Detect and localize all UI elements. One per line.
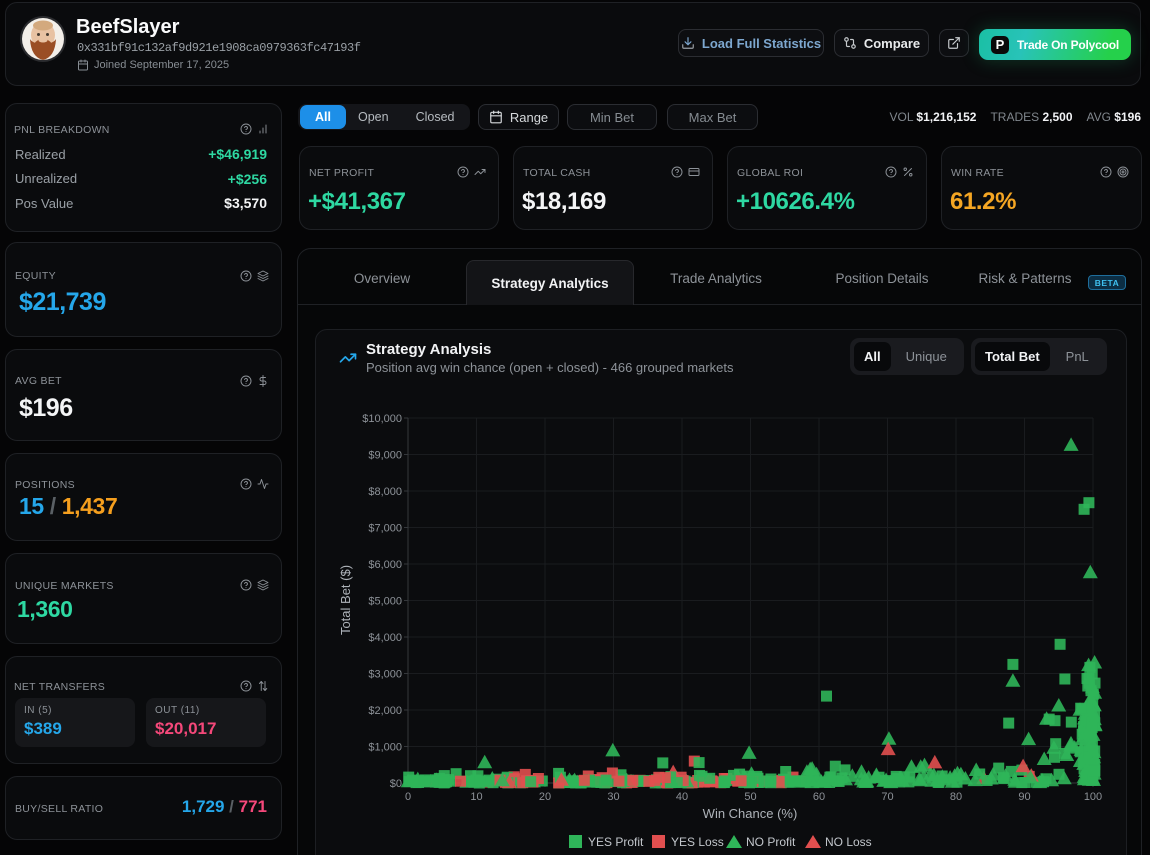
svg-text:40: 40 <box>676 791 688 803</box>
svg-text:60: 60 <box>813 791 825 803</box>
svg-text:90: 90 <box>1018 791 1030 803</box>
svg-text:$4,000: $4,000 <box>368 632 402 644</box>
svg-text:YES Profit: YES Profit <box>588 835 644 849</box>
svg-text:$0: $0 <box>390 778 402 790</box>
svg-text:$3,000: $3,000 <box>368 669 402 681</box>
svg-text:30: 30 <box>607 791 619 803</box>
svg-text:20: 20 <box>539 791 551 803</box>
svg-text:100: 100 <box>1084 791 1102 803</box>
svg-text:$7,000: $7,000 <box>368 523 402 535</box>
svg-text:Win Chance (%): Win Chance (%) <box>703 806 798 821</box>
svg-text:80: 80 <box>950 791 962 803</box>
svg-text:$9,000: $9,000 <box>368 450 402 462</box>
svg-text:$1,000: $1,000 <box>368 742 402 754</box>
svg-text:Total Bet ($): Total Bet ($) <box>338 565 353 635</box>
svg-text:YES Loss: YES Loss <box>671 835 724 849</box>
svg-text:70: 70 <box>881 791 893 803</box>
svg-text:0: 0 <box>405 791 411 803</box>
svg-text:$5,000: $5,000 <box>368 596 402 608</box>
svg-text:NO Profit: NO Profit <box>746 835 796 849</box>
svg-text:$2,000: $2,000 <box>368 705 402 717</box>
svg-text:$6,000: $6,000 <box>368 559 402 571</box>
svg-text:$8,000: $8,000 <box>368 486 402 498</box>
svg-text:50: 50 <box>744 791 756 803</box>
svg-text:$10,000: $10,000 <box>362 413 402 425</box>
svg-text:NO Loss: NO Loss <box>825 835 872 849</box>
svg-text:10: 10 <box>470 791 482 803</box>
